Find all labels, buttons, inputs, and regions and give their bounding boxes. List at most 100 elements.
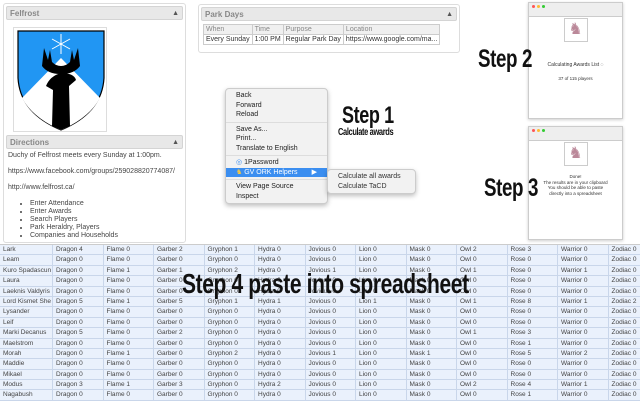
award-cell[interactable]: Zodiac 0 — [609, 245, 640, 254]
collapse-icon[interactable]: ▲ — [172, 139, 179, 146]
award-cell[interactable]: Jovious 0 — [306, 245, 357, 254]
award-cell[interactable]: Zodiac 0 — [609, 318, 640, 327]
website-link[interactable]: http://www.felfrost.ca/ — [8, 184, 175, 191]
award-cell[interactable]: Owl 0 — [457, 318, 508, 327]
award-cell[interactable]: Lion 0 — [356, 318, 407, 327]
award-cell[interactable]: Zodiac 0 — [609, 390, 640, 399]
award-cell[interactable]: Rose 0 — [508, 276, 559, 285]
award-cell[interactable]: Warrior 0 — [558, 276, 609, 285]
award-cell[interactable]: Dragon 0 — [53, 339, 104, 348]
award-cell[interactable]: Warrior 0 — [558, 287, 609, 296]
award-cell[interactable]: Garber 0 — [154, 255, 205, 264]
award-cell[interactable]: Owl 0 — [457, 359, 508, 368]
award-cell[interactable]: Rose 0 — [508, 318, 559, 327]
award-cell[interactable]: Flame 0 — [104, 307, 155, 316]
award-cell[interactable]: Warrior 0 — [558, 370, 609, 379]
award-cell[interactable]: Owl 0 — [457, 370, 508, 379]
award-cell[interactable]: Garber 3 — [154, 380, 205, 389]
award-cell[interactable]: Mask 0 — [407, 255, 458, 264]
award-cell[interactable]: Zodiac 0 — [609, 349, 640, 358]
award-cell[interactable]: Flame 0 — [104, 359, 155, 368]
award-cell[interactable]: Zodiac 0 — [609, 287, 640, 296]
award-cell[interactable]: Owl 2 — [457, 380, 508, 389]
award-cell[interactable]: Dragon 3 — [53, 380, 104, 389]
player-name-cell[interactable]: Maelstrom — [0, 339, 53, 348]
award-cell[interactable]: Mask 0 — [407, 359, 458, 368]
award-cell[interactable]: Gryphon 1 — [205, 245, 256, 254]
award-cell[interactable]: Warrior 0 — [558, 245, 609, 254]
award-cell[interactable]: Flame 0 — [104, 390, 155, 399]
award-cell[interactable]: Zodiac 0 — [609, 266, 640, 275]
award-cell[interactable]: Zodiac 0 — [609, 339, 640, 348]
award-cell[interactable]: Flame 0 — [104, 276, 155, 285]
player-name-cell[interactable]: Kuro Spadascun — [0, 266, 53, 275]
calculate-tacd[interactable]: Calculate TaCD — [328, 182, 415, 192]
award-cell[interactable]: Rose 5 — [508, 349, 559, 358]
award-cell[interactable]: Lion 0 — [356, 349, 407, 358]
award-cell[interactable]: Flame 0 — [104, 255, 155, 264]
player-name-cell[interactable]: Maddie — [0, 359, 53, 368]
award-cell[interactable]: Rose 0 — [508, 287, 559, 296]
award-cell[interactable]: Jovious 0 — [306, 390, 357, 399]
award-cell[interactable]: Owl 0 — [457, 307, 508, 316]
menu-translate[interactable]: Translate to English — [226, 144, 327, 154]
award-cell[interactable]: Hydra 0 — [255, 339, 306, 348]
award-cell[interactable]: Garber 0 — [154, 307, 205, 316]
award-cell[interactable]: Garber 0 — [154, 370, 205, 379]
menu-save-as[interactable]: Save As... — [226, 125, 327, 135]
award-cell[interactable]: Warrior 0 — [558, 359, 609, 368]
award-cell[interactable]: Zodiac 0 — [609, 380, 640, 389]
award-cell[interactable]: Garber 0 — [154, 318, 205, 327]
felfrost-header[interactable]: Felfrost▲ — [6, 6, 183, 20]
award-cell[interactable]: Rose 0 — [508, 255, 559, 264]
award-cell[interactable]: Dragon 0 — [53, 307, 104, 316]
menu-reload[interactable]: Reload — [226, 110, 327, 120]
player-name-cell[interactable]: Leam — [0, 255, 53, 264]
award-cell[interactable]: Rose 3 — [508, 245, 559, 254]
menu-gv-ork-helpers[interactable]: ♞ GV ORK Helpers▶ — [226, 168, 327, 178]
award-cell[interactable]: Lion 0 — [356, 380, 407, 389]
award-cell[interactable]: Lion 0 — [356, 255, 407, 264]
player-name-cell[interactable]: Mikael — [0, 370, 53, 379]
award-cell[interactable]: Dragon 5 — [53, 328, 104, 337]
award-cell[interactable]: Gryphon 0 — [205, 318, 256, 327]
award-cell[interactable]: Owl 0 — [457, 390, 508, 399]
award-cell[interactable]: Jovious 0 — [306, 328, 357, 337]
award-cell[interactable]: Jovious 0 — [306, 307, 357, 316]
player-name-cell[interactable]: Leif — [0, 318, 53, 327]
award-cell[interactable]: Mask 0 — [407, 245, 458, 254]
award-cell[interactable]: Flame 0 — [104, 287, 155, 296]
award-cell[interactable]: Lion 0 — [356, 370, 407, 379]
award-cell[interactable]: Jovious 0 — [306, 255, 357, 264]
award-cell[interactable]: Lion 0 — [356, 245, 407, 254]
park-days-header[interactable]: Park Days▲ — [201, 7, 457, 21]
award-cell[interactable]: Warrior 0 — [558, 339, 609, 348]
award-cell[interactable]: Garber 2 — [154, 328, 205, 337]
award-cell[interactable]: Jovious 0 — [306, 339, 357, 348]
award-cell[interactable]: Warrior 1 — [558, 297, 609, 306]
award-cell[interactable]: Dragon 0 — [53, 266, 104, 275]
award-cell[interactable]: Warrior 2 — [558, 349, 609, 358]
park-heraldry-link[interactable]: Park Heraldry, Players — [30, 224, 175, 232]
award-cell[interactable]: Hydra 0 — [255, 307, 306, 316]
menu-forward[interactable]: Forward — [226, 101, 327, 111]
award-cell[interactable]: Warrior 0 — [558, 255, 609, 264]
directions-header[interactable]: Directions▲ — [6, 135, 183, 149]
award-cell[interactable]: Garber 0 — [154, 339, 205, 348]
award-cell[interactable]: Garber 2 — [154, 245, 205, 254]
menu-inspect[interactable]: Inspect — [226, 192, 327, 202]
collapse-icon[interactable]: ▲ — [172, 10, 179, 17]
award-cell[interactable]: Mask 0 — [407, 390, 458, 399]
award-cell[interactable]: Hydra 0 — [255, 245, 306, 254]
facebook-link[interactable]: https://www.facebook.com/groups/25902882… — [8, 168, 175, 175]
award-cell[interactable]: Dragon 5 — [53, 297, 104, 306]
award-cell[interactable]: Dragon 0 — [53, 255, 104, 264]
player-name-cell[interactable]: Morah — [0, 349, 53, 358]
award-cell[interactable]: Dragon 0 — [53, 349, 104, 358]
award-cell[interactable]: Hydra 0 — [255, 359, 306, 368]
award-cell[interactable]: Warrior 0 — [558, 390, 609, 399]
award-cell[interactable]: Lion 0 — [356, 339, 407, 348]
award-cell[interactable]: Rose 0 — [508, 359, 559, 368]
award-cell[interactable]: Flame 1 — [104, 349, 155, 358]
award-cell[interactable]: Dragon 4 — [53, 245, 104, 254]
